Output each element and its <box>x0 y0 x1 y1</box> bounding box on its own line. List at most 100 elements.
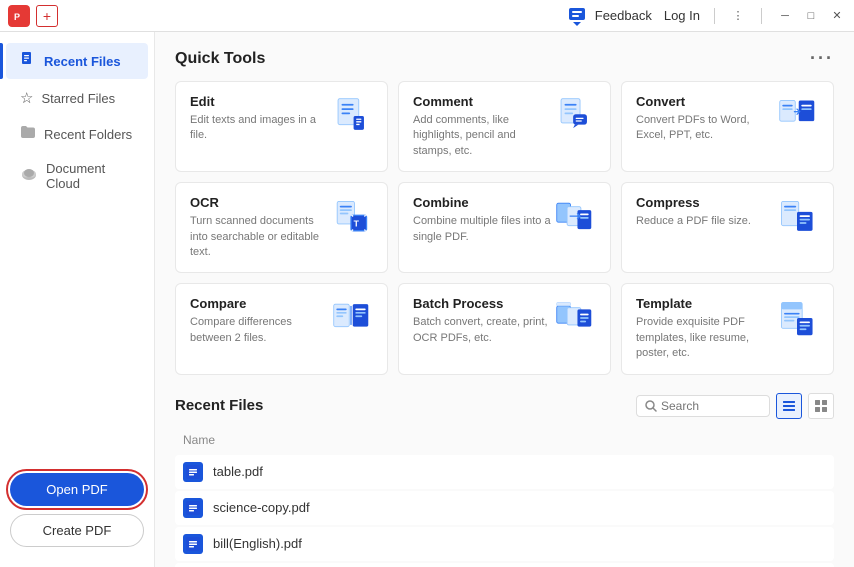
list-view-button[interactable] <box>776 393 802 419</box>
tool-template-icon <box>775 296 819 340</box>
tool-comment-desc: Add comments, like highlights, pencil an… <box>413 113 552 159</box>
quick-tools-title: Quick Tools <box>175 50 265 68</box>
feedback-area: Feedback Log In ⋮ ─ □ ✕ <box>567 6 846 26</box>
file-item[interactable]: bill(English).pdf <box>175 527 834 561</box>
tool-combine-name: Combine <box>413 195 552 210</box>
tool-ocr-desc: Turn scanned documents into searchable o… <box>190 214 329 260</box>
content-area: Quick Tools ··· Edit Edit texts and imag… <box>155 32 854 567</box>
sidebar-item-recent-folders[interactable]: Recent Folders <box>6 117 148 151</box>
svg-text:T: T <box>354 219 360 229</box>
quick-tools-header: Quick Tools ··· <box>175 48 834 69</box>
tool-comment-info: Comment Add comments, like highlights, p… <box>413 94 552 159</box>
app-logo: P <box>8 5 30 27</box>
close-button[interactable]: ✕ <box>828 7 846 25</box>
sidebar-item-label: Recent Files <box>44 54 121 69</box>
tool-convert-desc: Convert PDFs to Word, Excel, PPT, etc. <box>636 113 775 144</box>
tool-edit-info: Edit Edit texts and images in a file. <box>190 94 329 144</box>
tool-combine-icon <box>552 195 596 239</box>
search-box <box>636 395 770 417</box>
tool-convert-name: Convert <box>636 94 775 109</box>
tool-comment[interactable]: Comment Add comments, like highlights, p… <box>398 81 611 172</box>
file-name: table.pdf <box>213 464 263 479</box>
open-pdf-button[interactable]: Open PDF <box>10 473 144 506</box>
sidebar-item-document-cloud[interactable]: Document Cloud <box>6 153 148 199</box>
add-tab-button[interactable]: + <box>36 5 58 27</box>
search-icon <box>645 400 657 412</box>
tool-batch-process-icon <box>552 296 596 340</box>
sidebar-item-starred-files[interactable]: ☆ Starred Files <box>6 81 148 115</box>
tool-compress-name: Compress <box>636 195 775 210</box>
file-name: bill(English).pdf <box>213 536 302 551</box>
search-input[interactable] <box>661 399 761 413</box>
tool-batch-process[interactable]: Batch Process Batch convert, create, pri… <box>398 283 611 374</box>
tool-ocr-icon: T <box>329 195 373 239</box>
create-pdf-button[interactable]: Create PDF <box>10 514 144 547</box>
tool-batch-process-desc: Batch convert, create, print, OCR PDFs, … <box>413 315 552 346</box>
tool-compare-name: Compare <box>190 296 329 311</box>
file-icon <box>183 462 203 482</box>
tool-edit-desc: Edit texts and images in a file. <box>190 113 329 144</box>
recent-folders-icon <box>20 125 36 143</box>
file-icon <box>183 534 203 554</box>
tool-convert-info: Convert Convert PDFs to Word, Excel, PPT… <box>636 94 775 144</box>
main-layout: Recent Files ☆ Starred Files Recent Fold… <box>0 32 854 567</box>
file-name: science-copy.pdf <box>213 500 310 515</box>
files-column-header: Name <box>175 429 834 451</box>
tool-batch-process-info: Batch Process Batch convert, create, pri… <box>413 296 552 346</box>
tool-compress-icon <box>775 195 819 239</box>
recent-files-icon <box>20 51 36 71</box>
tool-compress[interactable]: Compress Reduce a PDF file size. <box>621 182 834 273</box>
tool-combine-info: Combine Combine multiple files into a si… <box>413 195 552 245</box>
more-options-button[interactable]: ⋮ <box>729 7 747 25</box>
tool-compress-desc: Reduce a PDF file size. <box>636 214 775 229</box>
tool-convert-icon <box>775 94 819 138</box>
feedback-icon <box>567 6 587 26</box>
file-item[interactable] <box>175 563 834 567</box>
tool-compare-icon <box>329 296 373 340</box>
titlebar-separator <box>714 8 715 24</box>
tool-ocr-info: OCR Turn scanned documents into searchab… <box>190 195 329 260</box>
file-item[interactable]: science-copy.pdf <box>175 491 834 525</box>
tool-template-desc: Provide exquisite PDF templates, like re… <box>636 315 775 361</box>
tool-compare[interactable]: Compare Compare differences between 2 fi… <box>175 283 388 374</box>
sidebar-item-label: Document Cloud <box>46 161 134 191</box>
tool-edit-name: Edit <box>190 94 329 109</box>
tool-edit[interactable]: Edit Edit texts and images in a file. <box>175 81 388 172</box>
tool-combine-desc: Combine multiple files into a single PDF… <box>413 214 552 245</box>
tool-template-info: Template Provide exquisite PDF templates… <box>636 296 775 361</box>
recent-files-actions <box>636 393 834 419</box>
file-item[interactable]: table.pdf <box>175 455 834 489</box>
minimize-button[interactable]: ─ <box>776 7 794 25</box>
recent-files-title: Recent Files <box>175 397 263 414</box>
maximize-button[interactable]: □ <box>802 7 820 25</box>
sidebar-item-label: Recent Folders <box>44 127 132 142</box>
grid-view-button[interactable] <box>808 393 834 419</box>
recent-files-header: Recent Files <box>175 393 834 419</box>
tool-combine[interactable]: Combine Combine multiple files into a si… <box>398 182 611 273</box>
tool-comment-icon <box>552 94 596 138</box>
tool-template-name: Template <box>636 296 775 311</box>
svg-text:P: P <box>14 12 20 22</box>
tool-compare-info: Compare Compare differences between 2 fi… <box>190 296 329 346</box>
file-icon <box>183 498 203 518</box>
tool-convert[interactable]: Convert Convert PDFs to Word, Excel, PPT… <box>621 81 834 172</box>
tool-compress-info: Compress Reduce a PDF file size. <box>636 195 775 229</box>
login-button[interactable]: Log In <box>664 8 700 23</box>
tool-ocr[interactable]: OCR Turn scanned documents into searchab… <box>175 182 388 273</box>
sidebar-item-label: Starred Files <box>41 91 115 106</box>
tool-batch-process-name: Batch Process <box>413 296 552 311</box>
tool-comment-name: Comment <box>413 94 552 109</box>
titlebar-separator2 <box>761 8 762 24</box>
sidebar: Recent Files ☆ Starred Files Recent Fold… <box>0 32 155 567</box>
titlebar: P + Feedback Log In ⋮ ─ □ ✕ <box>0 0 854 32</box>
document-cloud-icon <box>20 167 38 185</box>
sidebar-bottom: Open PDF Create PDF <box>0 463 154 557</box>
starred-files-icon: ☆ <box>20 89 33 107</box>
tool-edit-icon <box>329 94 373 138</box>
tool-template[interactable]: Template Provide exquisite PDF templates… <box>621 283 834 374</box>
tool-ocr-name: OCR <box>190 195 329 210</box>
files-list: table.pdf science-copy.pdf <box>175 455 834 567</box>
feedback-button[interactable]: Feedback <box>595 8 652 23</box>
quick-tools-more-button[interactable]: ··· <box>810 48 834 69</box>
sidebar-item-recent-files[interactable]: Recent Files <box>6 43 148 79</box>
